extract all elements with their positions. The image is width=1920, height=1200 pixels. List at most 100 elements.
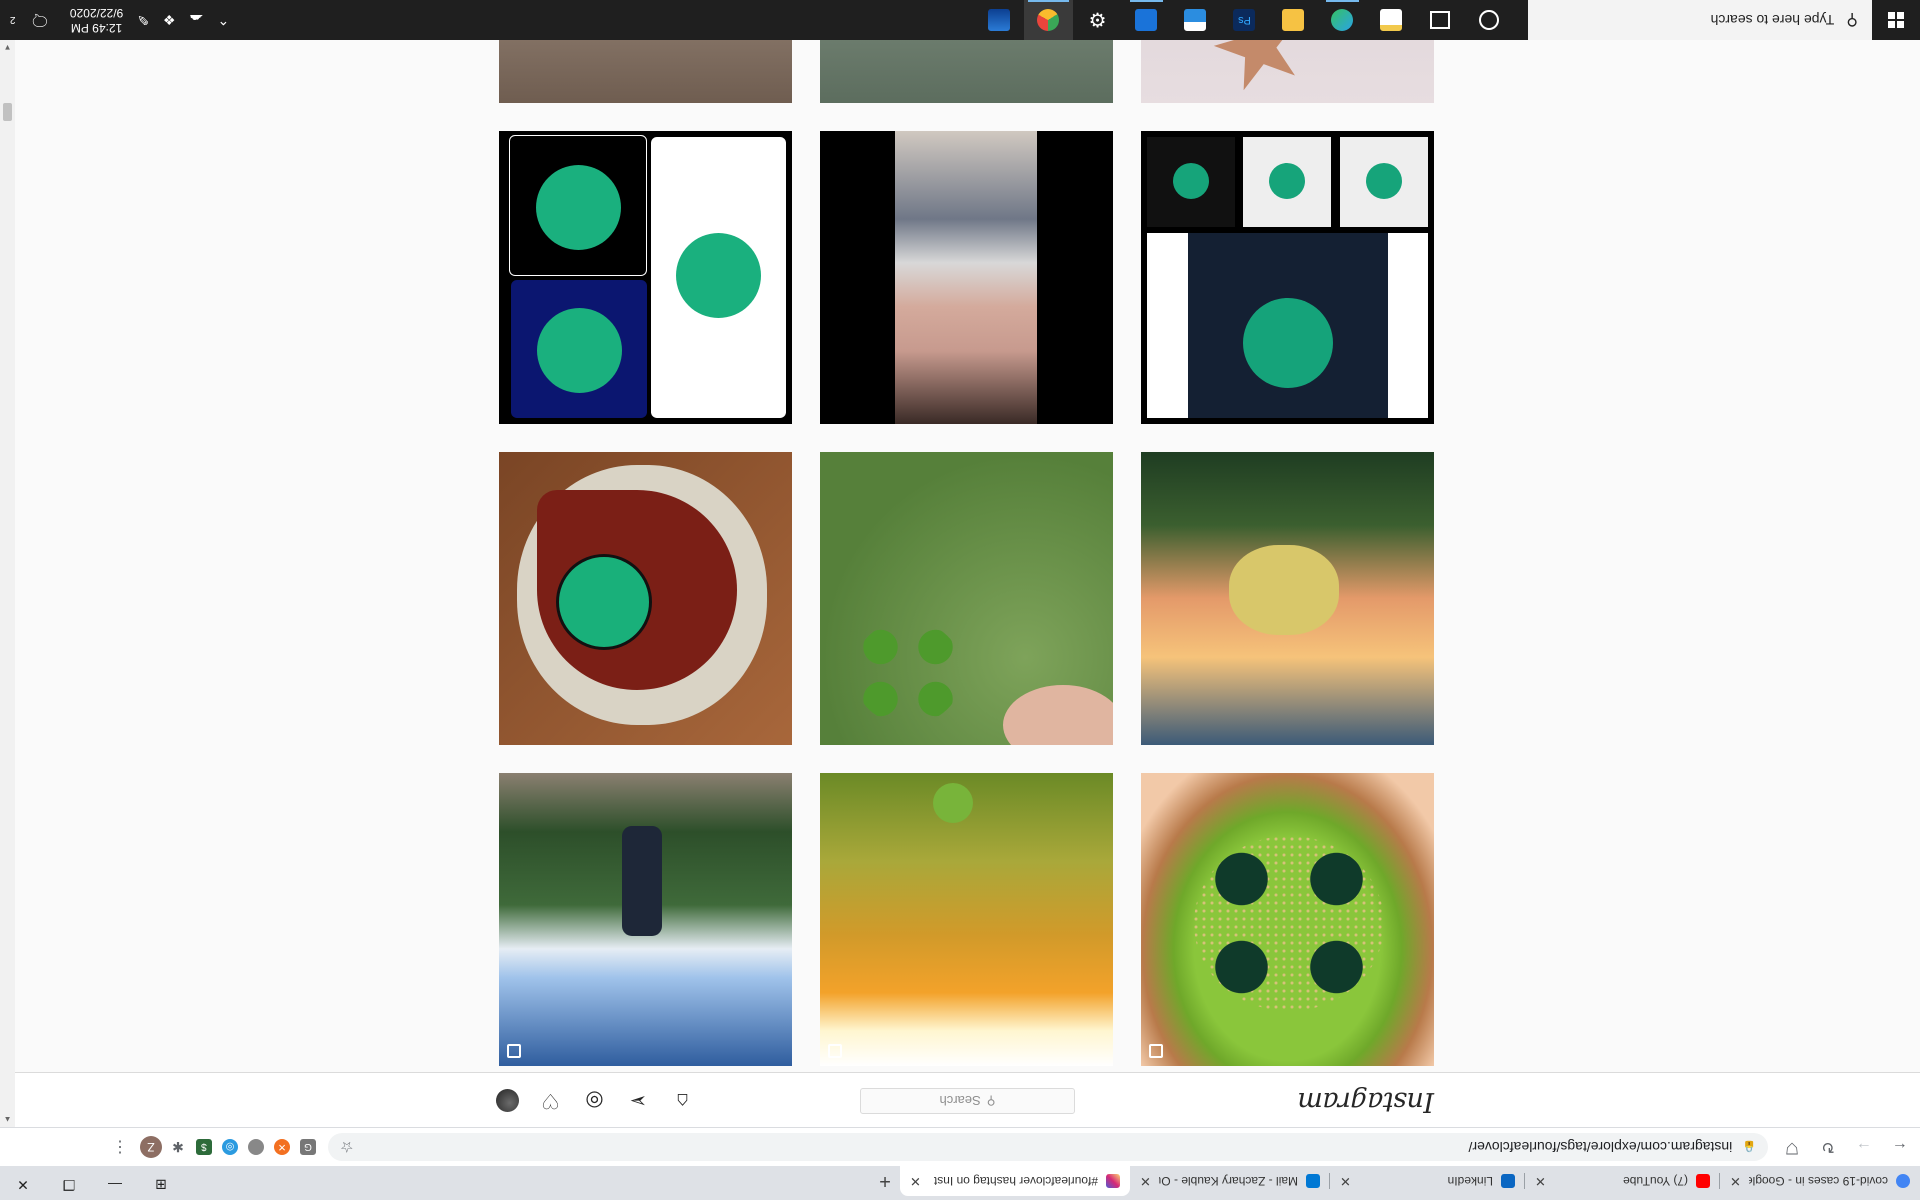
minimize-icon[interactable]: — [92,1170,138,1200]
windows-logo-icon [1888,12,1904,28]
close-tab-icon[interactable]: ✕ [1140,1173,1151,1189]
new-tab-button[interactable]: + [870,1166,900,1196]
instagram-header: Instagram ⚲ Search ⌂ ➢ ◎ ♡ [15,1072,1920,1127]
dropbox-icon[interactable]: ❖ [163,12,176,29]
painted-clover [1194,836,1384,1011]
close-tab-icon[interactable]: ✕ [1535,1173,1546,1189]
outlook-icon[interactable] [1122,0,1171,40]
post-grass-clover[interactable] [820,452,1113,745]
explore-compass-icon[interactable]: ◎ [582,1088,607,1113]
chevron-up-icon[interactable]: ⌃ [218,12,230,29]
search-icon: ⚲ [1846,11,1858,28]
post-painting-clover[interactable] [1141,452,1434,745]
post-clover-phone-cases[interactable] [499,131,792,424]
profile-avatar[interactable]: Z [140,1136,162,1158]
multi-post-icon [507,1044,521,1058]
post-clover-products[interactable] [1141,131,1434,424]
post-sunset-clover[interactable] [820,773,1113,1066]
instagram-favicon-icon [1106,1174,1120,1188]
bookmark-star-icon[interactable]: ☆ [340,1138,353,1156]
extensions-row: G ✕ ◎ $ ✱ [170,1139,316,1156]
post-rock-red-heart[interactable] [499,452,792,745]
tab-youtube[interactable]: (7) YouTube ✕ [1525,1166,1720,1196]
photos-icon[interactable] [975,0,1024,40]
photoshop-icon[interactable]: Ps [1220,0,1269,40]
clover-print [1366,163,1402,199]
direct-message-icon[interactable]: ➢ [626,1088,651,1113]
clock-date: 9/22/2020 [69,6,124,20]
sticky-notes-icon[interactable] [1367,0,1416,40]
tab-title: (7) YouTube [1623,1174,1688,1188]
close-window-icon[interactable]: ✕ [0,1170,46,1200]
tab-title: covid-19 cases in - Google Sear [1748,1174,1888,1188]
activity-heart-icon[interactable]: ♡ [538,1088,563,1113]
notification-center-icon[interactable]: 🗨 [30,10,50,30]
window-controls: ⊞ — ❐ ✕ [0,1166,184,1200]
lock-icon: 🔒 [1742,1140,1756,1153]
file-explorer-icon[interactable] [1269,0,1318,40]
scrollbar-thumb[interactable] [3,103,12,121]
task-view-icon[interactable] [1416,0,1465,40]
tab-title: Mail - Zachary Kauble - Outlook [1159,1174,1298,1188]
chrome-icon[interactable] [1024,0,1073,40]
page-viewport: Instagram ⚲ Search ⌂ ➢ ◎ ♡ ▲ ▼ [0,0,1920,1127]
tab-google-search[interactable]: covid-19 cases in - Google Sear ✕ [1720,1166,1920,1196]
pillow-white-thumb [1243,137,1331,227]
scroll-up-arrow-icon[interactable]: ▲ [0,1112,15,1127]
start-button[interactable] [1872,0,1920,40]
multi-post-icon [828,1044,842,1058]
puzzle-extensions-icon[interactable]: ✱ [170,1139,186,1156]
extension-orange-icon[interactable]: ✕ [274,1139,290,1155]
painted-clover [556,554,652,650]
post-woman-portrait[interactable] [820,131,1113,424]
edge-icon[interactable] [1318,0,1367,40]
scroll-down-arrow-icon[interactable]: ▼ [0,40,15,55]
url-text: instagram.com/explore/tags/fourleafclove… [1468,1139,1733,1155]
shirt-preview [1147,233,1428,418]
instagram-logo[interactable]: Instagram [1298,1086,1434,1117]
clover-print [536,165,621,250]
taskbar-search-box[interactable]: ⚲ Type here to search [1528,0,1872,40]
search-placeholder: Search [939,1093,981,1109]
close-tab-icon[interactable]: ✕ [910,1173,921,1189]
extension-dollar-icon[interactable]: $ [196,1139,212,1155]
more-menu-icon[interactable]: ⋮ [112,1137,128,1157]
clover-print [1269,163,1305,199]
pen-icon[interactable]: ✎ [137,12,149,29]
reload-icon[interactable]: ↻ [1812,1131,1844,1163]
tab-outlook[interactable]: Mail - Zachary Kauble - Outlook ✕ [1130,1166,1330,1196]
linkedin-favicon-icon [1501,1174,1515,1188]
tab-instagram[interactable]: #fourleafclover hashtag on Inst ✕ [900,1166,1130,1196]
close-tab-icon[interactable]: ✕ [1340,1173,1351,1189]
cloud-icon[interactable]: ☁ [190,12,204,29]
cortana-icon[interactable] [1465,0,1514,40]
close-tab-icon[interactable]: ✕ [1730,1173,1741,1189]
search-icon: ⚲ [986,1094,996,1108]
forward-arrow-icon[interactable]: → [1848,1131,1880,1163]
shield-extension-icon[interactable]: ⛉ [1776,1131,1808,1163]
address-bar[interactable]: 🔒 instagram.com/explore/tags/fourleafclo… [328,1133,1768,1161]
phone-case-white [651,137,786,418]
pillow-black-thumb [1147,137,1235,227]
vertical-scrollbar[interactable]: ▲ ▼ [0,40,15,1127]
hand [1003,685,1113,745]
restore-icon[interactable]: ❐ [46,1170,92,1200]
profile-avatar-icon[interactable] [496,1089,519,1112]
person-figure [622,826,662,936]
clover-print [537,308,622,393]
back-arrow-icon[interactable]: ← [1884,1131,1916,1163]
extension-blue-icon[interactable]: ◎ [222,1139,238,1155]
extension-gray-icon[interactable] [248,1139,264,1155]
mail-icon[interactable] [1171,0,1220,40]
post-forest-person[interactable] [499,773,792,1066]
post-rock-green-clover[interactable] [1141,773,1434,1066]
tab-search-icon[interactable]: ⊞ [138,1170,184,1200]
home-icon[interactable]: ⌂ [670,1088,695,1113]
tab-linkedin[interactable]: LinkedIn ✕ [1330,1166,1525,1196]
clock[interactable]: 12:49 PM 9/22/2020 [70,5,123,35]
extension-g-icon[interactable]: G [300,1139,316,1155]
clover-print [676,233,761,318]
clover-print [1173,163,1209,199]
settings-gear-icon[interactable]: ⚙ [1073,0,1122,40]
search-input[interactable]: ⚲ Search [860,1088,1075,1114]
